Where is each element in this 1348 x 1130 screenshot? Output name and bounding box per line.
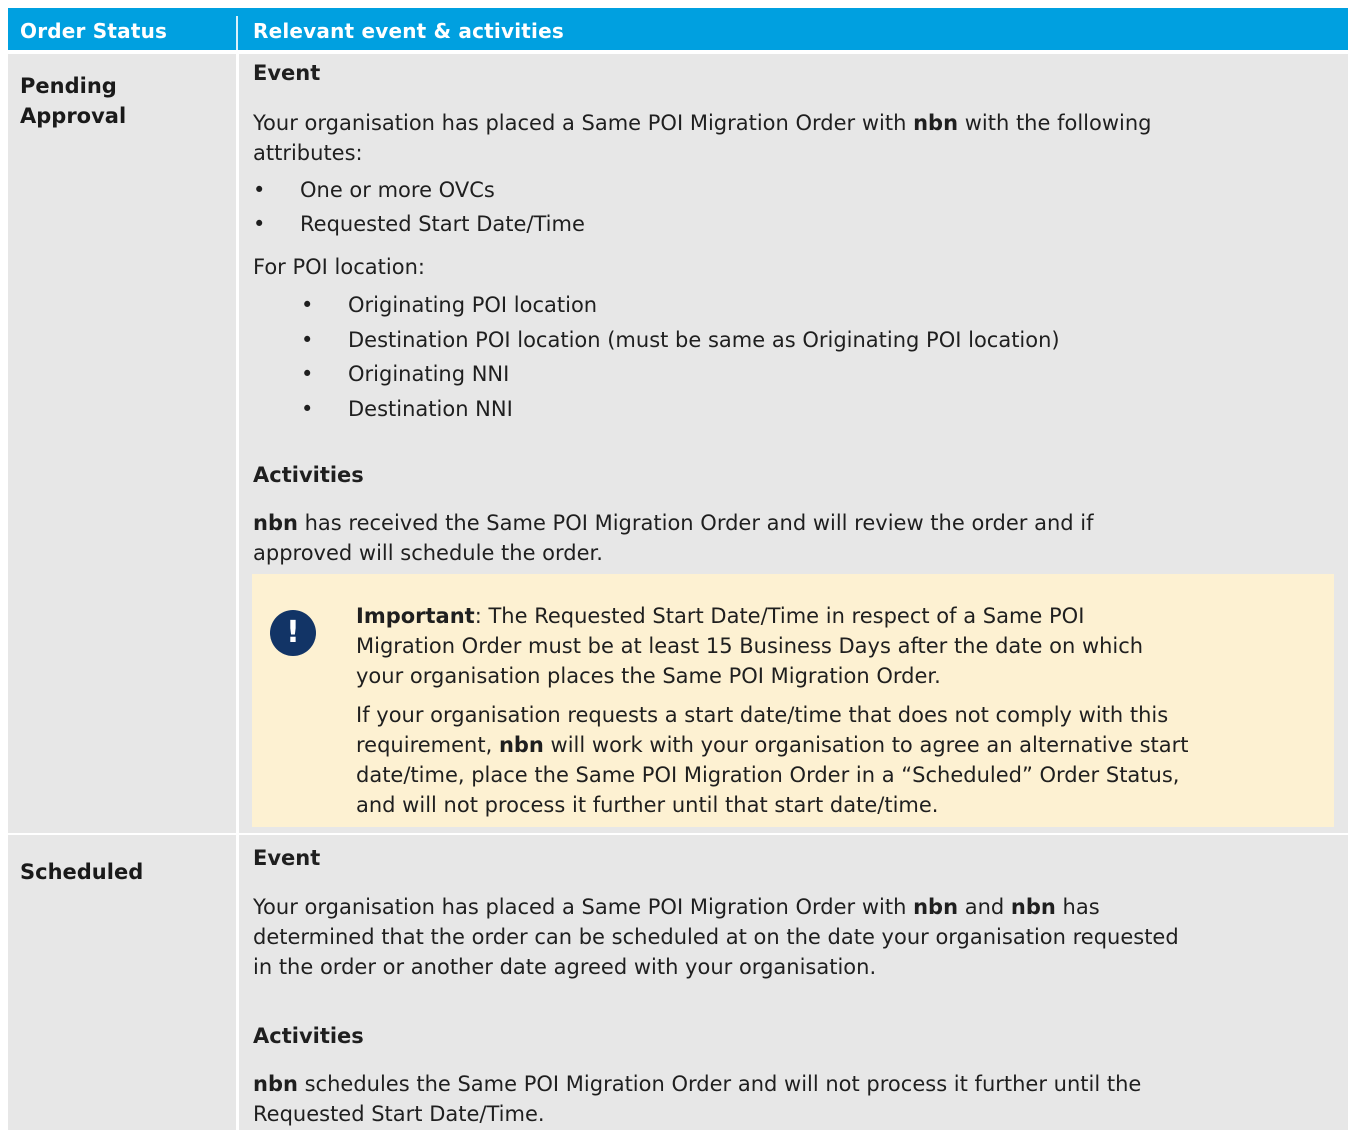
activities-heading: Activities: [253, 463, 364, 487]
activities-paragraph: nbn schedules the Same POI Migration Ord…: [253, 1072, 1142, 1126]
header-divider: [236, 16, 238, 50]
status-line: Pending: [20, 74, 117, 98]
activities-paragraph: nbn has received the Same POI Migration …: [253, 511, 1094, 565]
status-scheduled: Scheduled: [20, 860, 144, 884]
note-paragraph-1: Important: The Requested Start Date/Time…: [356, 604, 1144, 688]
status-line: Approval: [20, 104, 127, 128]
event-heading: Event: [253, 846, 321, 870]
activities-heading: Activities: [253, 1024, 364, 1048]
exclamation-circle-icon: !: [270, 610, 316, 656]
table-row: Pending Approval Event Your organisation…: [8, 54, 1348, 833]
header-relevant-events: Relevant event & activities: [253, 19, 564, 43]
event-paragraph: Your organisation has placed a Same POI …: [253, 895, 1179, 979]
order-status-table: Order Status Relevant event & activities…: [8, 0, 1348, 1130]
header-order-status: Order Status: [20, 19, 168, 43]
event-heading: Event: [253, 61, 321, 85]
important-note: ! Important: The Requested Start Date/Ti…: [252, 574, 1334, 827]
column-divider: [236, 54, 239, 833]
column-divider: [236, 835, 239, 1130]
poi-intro: For POI location:: [253, 255, 425, 279]
status-pending-approval: Pending Approval: [20, 71, 126, 131]
table-row: Scheduled Event Your organisation has pl…: [8, 833, 1348, 1130]
note-paragraph-2: If your organisation requests a start da…: [356, 703, 1189, 817]
event-paragraph: Your organisation has placed a Same POI …: [253, 111, 1152, 165]
table-header: Order Status Relevant event & activities: [8, 8, 1348, 50]
